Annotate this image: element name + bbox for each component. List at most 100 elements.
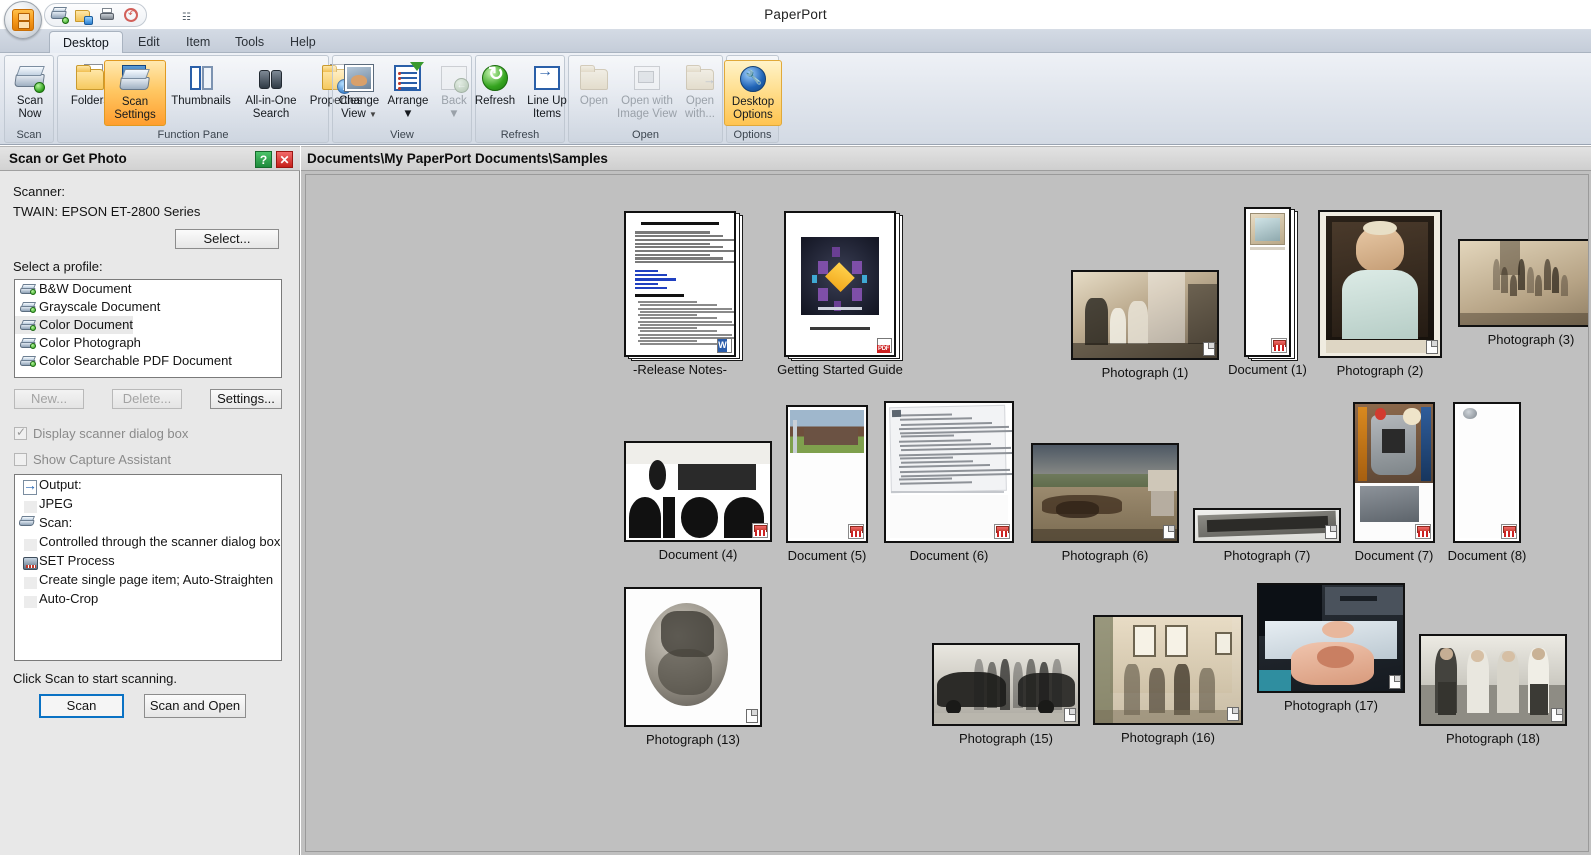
profile-settings-button[interactable]: Settings...	[210, 389, 282, 409]
thumbnail-frame[interactable]	[624, 587, 762, 727]
scan-button[interactable]: Scan	[39, 694, 124, 718]
thumbnail-frame[interactable]	[1353, 402, 1435, 543]
folder-icon[interactable]	[75, 7, 93, 25]
list-item[interactable]: Color Searchable PDF Document	[15, 352, 281, 370]
list-item[interactable]: Color Photograph	[15, 334, 281, 352]
scan-now-button[interactable]: Scan Now	[0, 60, 61, 126]
thumbnail-frame[interactable]	[1193, 508, 1341, 543]
scanner-profile-icon	[19, 356, 37, 367]
thumbnail-item[interactable]: Photograph (2)	[1318, 210, 1442, 380]
thumbnail-item[interactable]: Photograph (16)	[1093, 615, 1243, 747]
profile-listbox[interactable]: B&W Document Grayscale Document Color Do…	[14, 279, 282, 378]
thumbnail-frame[interactable]	[1453, 402, 1521, 543]
thumbnail-frame[interactable]	[1458, 239, 1588, 327]
thumbnail-label: Document (4)	[658, 547, 738, 562]
list-item[interactable]: Grayscale Document	[15, 298, 281, 316]
list-item-selected[interactable]: Color Document	[15, 316, 281, 334]
thumbnail-content	[886, 403, 1012, 541]
arrange-button[interactable]: Arrange ▼	[384, 60, 432, 126]
thumbnail-label: Photograph (16)	[1121, 730, 1215, 745]
print-icon[interactable]	[99, 7, 116, 24]
thumbnail-item[interactable]: Photograph (18)	[1419, 634, 1567, 748]
thumbnail-frame[interactable]	[1419, 634, 1567, 726]
thumbnail-frame[interactable]	[1318, 210, 1442, 358]
thumbnail-item[interactable]: Document (1)	[1228, 207, 1307, 379]
thumbnail-item[interactable]: Photograph (1)	[1071, 270, 1219, 382]
scanner-profile-icon	[19, 320, 37, 331]
all-in-one-search-button[interactable]: All-in-One Search	[238, 60, 304, 126]
line-up-items-button[interactable]: Line Up Items	[520, 60, 574, 126]
thumbnail-frame[interactable]	[784, 211, 896, 357]
display-scanner-dialog-checkbox-row[interactable]: Display scanner dialog box	[14, 425, 188, 441]
display-scanner-dialog-checkbox[interactable]	[14, 425, 27, 440]
tab-desktop[interactable]: Desktop	[49, 31, 123, 53]
show-capture-assistant-checkbox-row[interactable]: Show Capture Assistant	[14, 452, 171, 467]
show-capture-assistant-checkbox[interactable]	[14, 453, 27, 466]
thumbnail-item[interactable]: Photograph (3)	[1458, 239, 1588, 349]
profile-label: B&W Document	[39, 281, 132, 296]
scan-and-open-button[interactable]: Scan and Open	[144, 694, 246, 718]
tab-edit[interactable]: Edit	[125, 31, 173, 53]
thumbnail-canvas[interactable]: -Release Notes- Getting Started Guide Phot…	[305, 174, 1589, 852]
scan-or-get-photo-panel: Scan or Get Photo ? ✕ Scanner: TWAIN: EP…	[0, 146, 300, 855]
thumbnail-frame[interactable]	[932, 643, 1080, 726]
thumbnail-frame[interactable]	[786, 405, 868, 543]
thumbnail-item[interactable]: Document (5)	[786, 405, 868, 565]
thumbnail-frame[interactable]	[884, 401, 1014, 543]
scan-summary-listbox[interactable]: Output: JPEG Scan: Controlled through th…	[14, 474, 282, 661]
desktop-options-button[interactable]: Desktop Options	[724, 60, 782, 126]
select-scanner-button[interactable]: Select...	[175, 229, 279, 249]
tab-help[interactable]: Help	[277, 31, 329, 53]
thumbnail-item[interactable]: Document (7)	[1353, 402, 1435, 565]
page-curl-icon	[1426, 340, 1438, 354]
open-with-button[interactable]: → Open with...	[677, 60, 723, 126]
change-view-label-line2: View ▼	[341, 108, 377, 120]
thumbnail-frame[interactable]	[1244, 207, 1291, 357]
thumbnail-frame[interactable]	[1031, 443, 1179, 543]
list-item[interactable]: B&W Document	[15, 280, 281, 298]
thumbnail-item[interactable]: Photograph (17)	[1257, 583, 1405, 715]
refresh-button[interactable]: Refresh	[467, 60, 523, 126]
open-with-label-line2: with...	[684, 108, 716, 120]
thumbnail-frame[interactable]	[624, 211, 736, 357]
thumbnail-item[interactable]: Document (8)	[1448, 402, 1526, 565]
thumbnail-item[interactable]: Document (6)	[884, 401, 1014, 565]
open-button[interactable]: Open	[571, 60, 617, 126]
thumbnails-button[interactable]: Thumbnails	[166, 60, 236, 126]
page-curl-icon	[1163, 525, 1175, 539]
paperport-orb-button[interactable]	[4, 1, 42, 39]
ribbon-group-label-open: Open	[632, 129, 659, 141]
open-with-image-view-button[interactable]: Open with Image View	[616, 60, 678, 126]
delete-profile-button[interactable]: Delete...	[112, 389, 182, 409]
help-button[interactable]: ?	[255, 151, 272, 168]
thumbnail-frame[interactable]	[1071, 270, 1219, 360]
thumbnail-item[interactable]: Photograph (13)	[624, 587, 762, 749]
tab-item[interactable]: Item	[173, 31, 223, 53]
thumbnail-item[interactable]: Photograph (7)	[1193, 508, 1341, 565]
paperport-badge-icon	[994, 524, 1010, 539]
thumbnail-item[interactable]: -Release Notes-	[624, 211, 743, 379]
thumbnail-label: Photograph (6)	[1061, 548, 1149, 563]
tab-tools[interactable]: Tools	[222, 31, 277, 53]
close-panel-button[interactable]: ✕	[276, 151, 293, 168]
change-view-icon	[343, 62, 375, 94]
thumbnail-item[interactable]: Document (4)	[624, 441, 772, 564]
change-view-button[interactable]: Change View ▼	[334, 60, 384, 126]
thumbnail-frame[interactable]	[1257, 583, 1405, 693]
thumbnail-frame[interactable]	[1093, 615, 1243, 725]
back-icon: ←	[438, 62, 470, 94]
paperport-badge-icon	[848, 524, 864, 539]
scanner-label: Scanner:	[13, 184, 66, 199]
new-profile-button[interactable]: New...	[14, 389, 84, 409]
thumbnail-item[interactable]: Photograph (15)	[932, 643, 1080, 748]
thumbnail-item[interactable]: Photograph (6)	[1031, 443, 1179, 565]
window-title: PaperPort	[764, 7, 827, 22]
summary-row: JPEG	[15, 494, 281, 513]
quick-access-dropdown[interactable]: ☷	[182, 12, 191, 23]
thumbnail-item[interactable]: Getting Started Guide	[777, 211, 903, 379]
undo-icon[interactable]: ↶	[123, 7, 140, 24]
thumbnail-frame[interactable]	[624, 441, 772, 542]
scan-settings-button[interactable]: Scan Settings	[104, 60, 166, 126]
scan-icon[interactable]	[50, 6, 69, 24]
thumbnail-label: Photograph (3)	[1487, 332, 1575, 347]
